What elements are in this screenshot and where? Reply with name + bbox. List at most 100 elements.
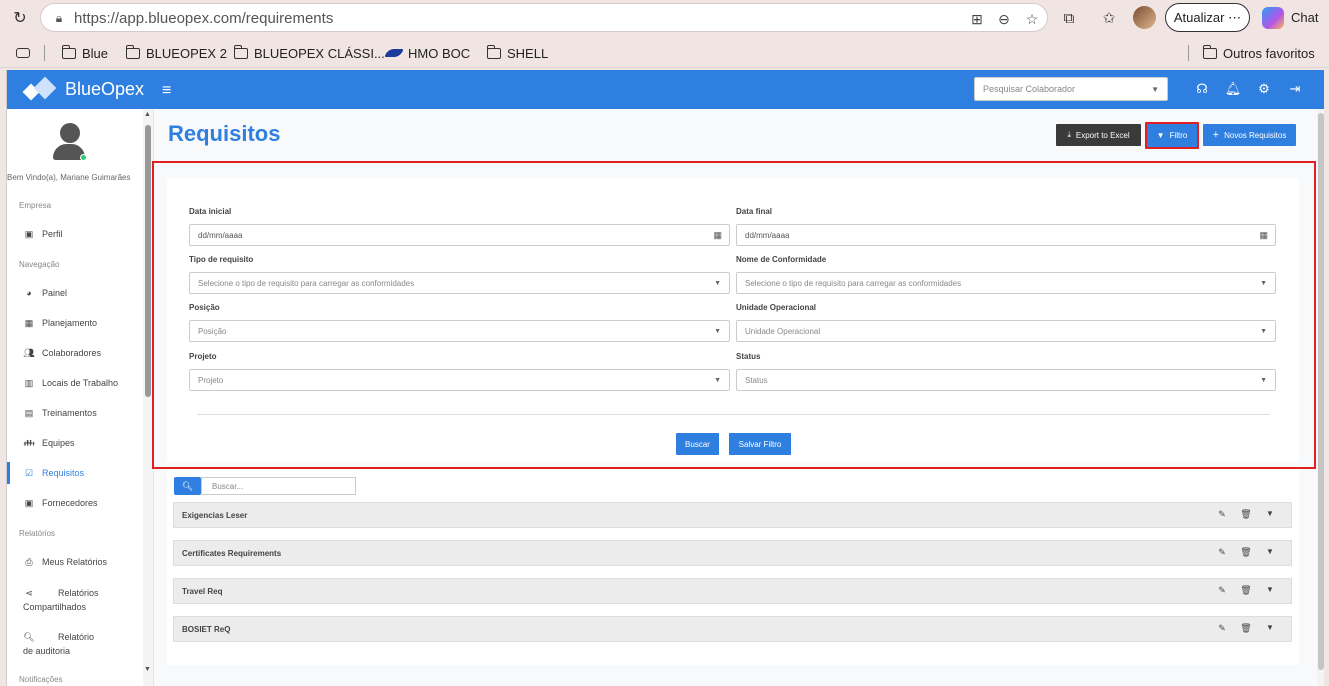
zoom-icon[interactable]: ⊖	[994, 9, 1014, 29]
address-bar[interactable]: 🔒︎ https://app.blueopex.com/requirements…	[40, 3, 1048, 32]
brand-name: BlueOpex	[65, 79, 145, 99]
calendar-icon[interactable]: ▦	[1259, 230, 1268, 241]
search-button[interactable]: Buscar	[676, 433, 719, 455]
data-final-input[interactable]: dd/mm/aaaa ▦	[736, 224, 1276, 246]
requirement-row[interactable]: Travel Req ✎ 🗑︎ ▼	[173, 578, 1292, 604]
sidebar-item-equipes[interactable]: 👪︎ Equipes	[7, 432, 143, 454]
trash-icon[interactable]: 🗑︎	[1240, 547, 1252, 558]
filter-highlight-box	[152, 161, 1316, 469]
page-scrollbar[interactable]	[1317, 109, 1324, 686]
sidebar-item-painel[interactable]: ◕ Painel	[7, 282, 143, 304]
chevron-down-icon[interactable]: ▼	[1264, 623, 1276, 632]
sidebar-item-planejamento[interactable]: ▦ Planejamento	[7, 312, 143, 334]
profile-avatar[interactable]	[1133, 6, 1156, 29]
sidebar-scroll-thumb[interactable]	[145, 125, 151, 397]
bookmarks-bar: Blue BLUEOPEX 2 BLUEOPEX CLÁSSI... HMO B…	[0, 36, 1329, 68]
sidebar-item-relatorio-de-auditoria[interactable]: 🔍︎ Relatório de auditoria	[7, 630, 143, 662]
edit-icon[interactable]: ✎	[1216, 547, 1228, 558]
projeto-select[interactable]: Projeto ▼	[189, 369, 730, 391]
chevron-down-icon: ▼	[714, 377, 721, 384]
sidebar-item-locais-de-trabalho[interactable]: ▥ Locais de Trabalho	[7, 372, 143, 394]
edit-icon[interactable]: ✎	[1216, 509, 1228, 520]
brand-logo[interactable]: BlueOpex	[23, 79, 144, 100]
scroll-down-arrow[interactable]: ▼	[144, 666, 151, 673]
logo-icon	[23, 80, 57, 100]
copilot-icon[interactable]	[1262, 7, 1284, 29]
requirement-row[interactable]: Exigencias Leser ✎ 🗑︎ ▼	[173, 502, 1292, 528]
posicao-select[interactable]: Posição ▼	[189, 320, 730, 342]
sidebar-item-relatorios-compartilhados[interactable]: ⋖ Relatórios Compartilhados	[7, 586, 143, 618]
sidebar-item-perfil[interactable]: ▣ Perfil	[7, 223, 143, 245]
sidebar-item-meus-relatorios[interactable]: ⎙ Meus Relatórios	[7, 551, 143, 573]
folder-icon	[486, 44, 501, 59]
menu-toggle-icon[interactable]: ≡	[162, 82, 171, 100]
grid-icon[interactable]: ⊞	[967, 9, 987, 29]
chevron-down-icon: ▼	[1151, 85, 1159, 94]
bookmark-shell[interactable]: SHELL	[486, 44, 548, 62]
list-search-input[interactable]: Buscar...	[201, 477, 356, 495]
search-collaborator-select[interactable]: Pesquisar Colaborador ▼	[974, 77, 1168, 101]
favorite-star-icon[interactable]: ☆	[1022, 9, 1042, 29]
reload-icon[interactable]: ↻	[8, 6, 32, 30]
edit-icon[interactable]: ✎	[1216, 623, 1228, 634]
requirement-row[interactable]: BOSIET ReQ ✎ 🗑︎ ▼	[173, 616, 1292, 642]
logout-icon[interactable]: ⇥	[1286, 80, 1304, 98]
url-text[interactable]: https://app.blueopex.com/requirements	[74, 10, 333, 27]
bookmark-blueopex-2[interactable]: BLUEOPEX 2	[125, 44, 227, 62]
sidebar-item-requisitos[interactable]: ☑ Requisitos	[7, 462, 143, 484]
dashboard-icon: ◕	[26, 288, 32, 298]
page-title: Requisitos	[168, 121, 281, 146]
tipo-requisito-label: Tipo de requisito	[189, 255, 254, 264]
other-favorites[interactable]: Outros favoritos	[1202, 44, 1315, 62]
chevron-down-icon[interactable]: ▼	[1264, 585, 1276, 594]
bookmark-blue[interactable]: Blue	[61, 44, 108, 62]
site-info-icon[interactable]: 🔒︎	[51, 10, 67, 26]
chat-label[interactable]: Chat	[1291, 10, 1318, 25]
export-excel-button[interactable]: ⤓ Export to Excel	[1056, 124, 1141, 146]
briefcase-icon: ▣	[24, 228, 34, 239]
users-icon: 👥︎	[23, 347, 35, 358]
bookmark-hmo-boc[interactable]: HMO BOC	[384, 44, 470, 62]
calendar-icon[interactable]: ▦	[713, 230, 722, 241]
browser-toolbar: ↻ 🔒︎ https://app.blueopex.com/requiremen…	[0, 0, 1329, 36]
favorites-icon[interactable]: ✩	[1099, 8, 1119, 28]
trash-icon[interactable]: 🗑︎	[1240, 585, 1252, 596]
download-icon: ⤓	[1067, 130, 1071, 139]
edit-icon[interactable]: ✎	[1216, 585, 1228, 596]
chevron-down-icon[interactable]: ▼	[1264, 509, 1276, 518]
sidebar-item-treinamentos[interactable]: ▤ Treinamentos	[7, 402, 143, 424]
tab-actions-icon[interactable]	[16, 44, 30, 62]
nome-conformidade-select[interactable]: Selecione o tipo de requisito para carre…	[736, 272, 1276, 294]
trash-icon[interactable]: 🗑︎	[1240, 509, 1252, 520]
requirement-name: Travel Req	[182, 587, 223, 596]
requirement-row[interactable]: Certificates Requirements ✎ 🗑︎ ▼	[173, 540, 1292, 566]
supplier-icon: ▣	[24, 497, 34, 508]
search-icon[interactable]: 🔍︎	[174, 477, 201, 495]
extensions-icon[interactable]: ⧉	[1059, 8, 1079, 28]
building-icon: ▥	[24, 377, 34, 388]
printer-icon: ⎙	[25, 556, 33, 567]
filter-button[interactable]: ▼ Filtro	[1145, 122, 1199, 149]
save-filter-button[interactable]: Salvar Filtro	[729, 433, 791, 455]
chevron-down-icon[interactable]: ▼	[1264, 547, 1276, 556]
bell-icon[interactable]: 🔔︎	[1224, 80, 1242, 98]
new-requirement-button[interactable]: + Novos Requisitos	[1203, 124, 1296, 146]
chevron-down-icon: ▼	[714, 280, 721, 287]
bookmark-blueopex-classico[interactable]: BLUEOPEX CLÁSSI...	[233, 44, 385, 62]
scroll-up-arrow[interactable]: ▲	[144, 111, 151, 118]
sidebar-item-colaboradores[interactable]: 👥︎ Colaboradores	[7, 342, 143, 364]
section-navegacao: Navegação	[19, 260, 60, 269]
headset-icon[interactable]: ☊	[1193, 80, 1211, 98]
data-final-label: Data final	[736, 207, 773, 216]
trash-icon[interactable]: 🗑︎	[1240, 623, 1252, 634]
gear-icon[interactable]: ⚙	[1255, 80, 1273, 98]
tipo-requisito-select[interactable]: Selecione o tipo de requisito para carre…	[189, 272, 730, 294]
data-inicial-input[interactable]: dd/mm/aaaa ▦	[189, 224, 730, 246]
welcome-text: Bem Vindo(a), Mariane Guimarães	[7, 173, 131, 182]
unidade-operacional-select[interactable]: Unidade Operacional ▼	[736, 320, 1276, 342]
requirement-name: Certificates Requirements	[182, 549, 282, 558]
sidebar-item-fornecedores[interactable]: ▣ Fornecedores	[7, 492, 143, 514]
update-button[interactable]: Atualizar ⋯	[1165, 3, 1250, 32]
status-select[interactable]: Status ▼	[736, 369, 1276, 391]
page-scroll-thumb[interactable]	[1318, 113, 1324, 670]
